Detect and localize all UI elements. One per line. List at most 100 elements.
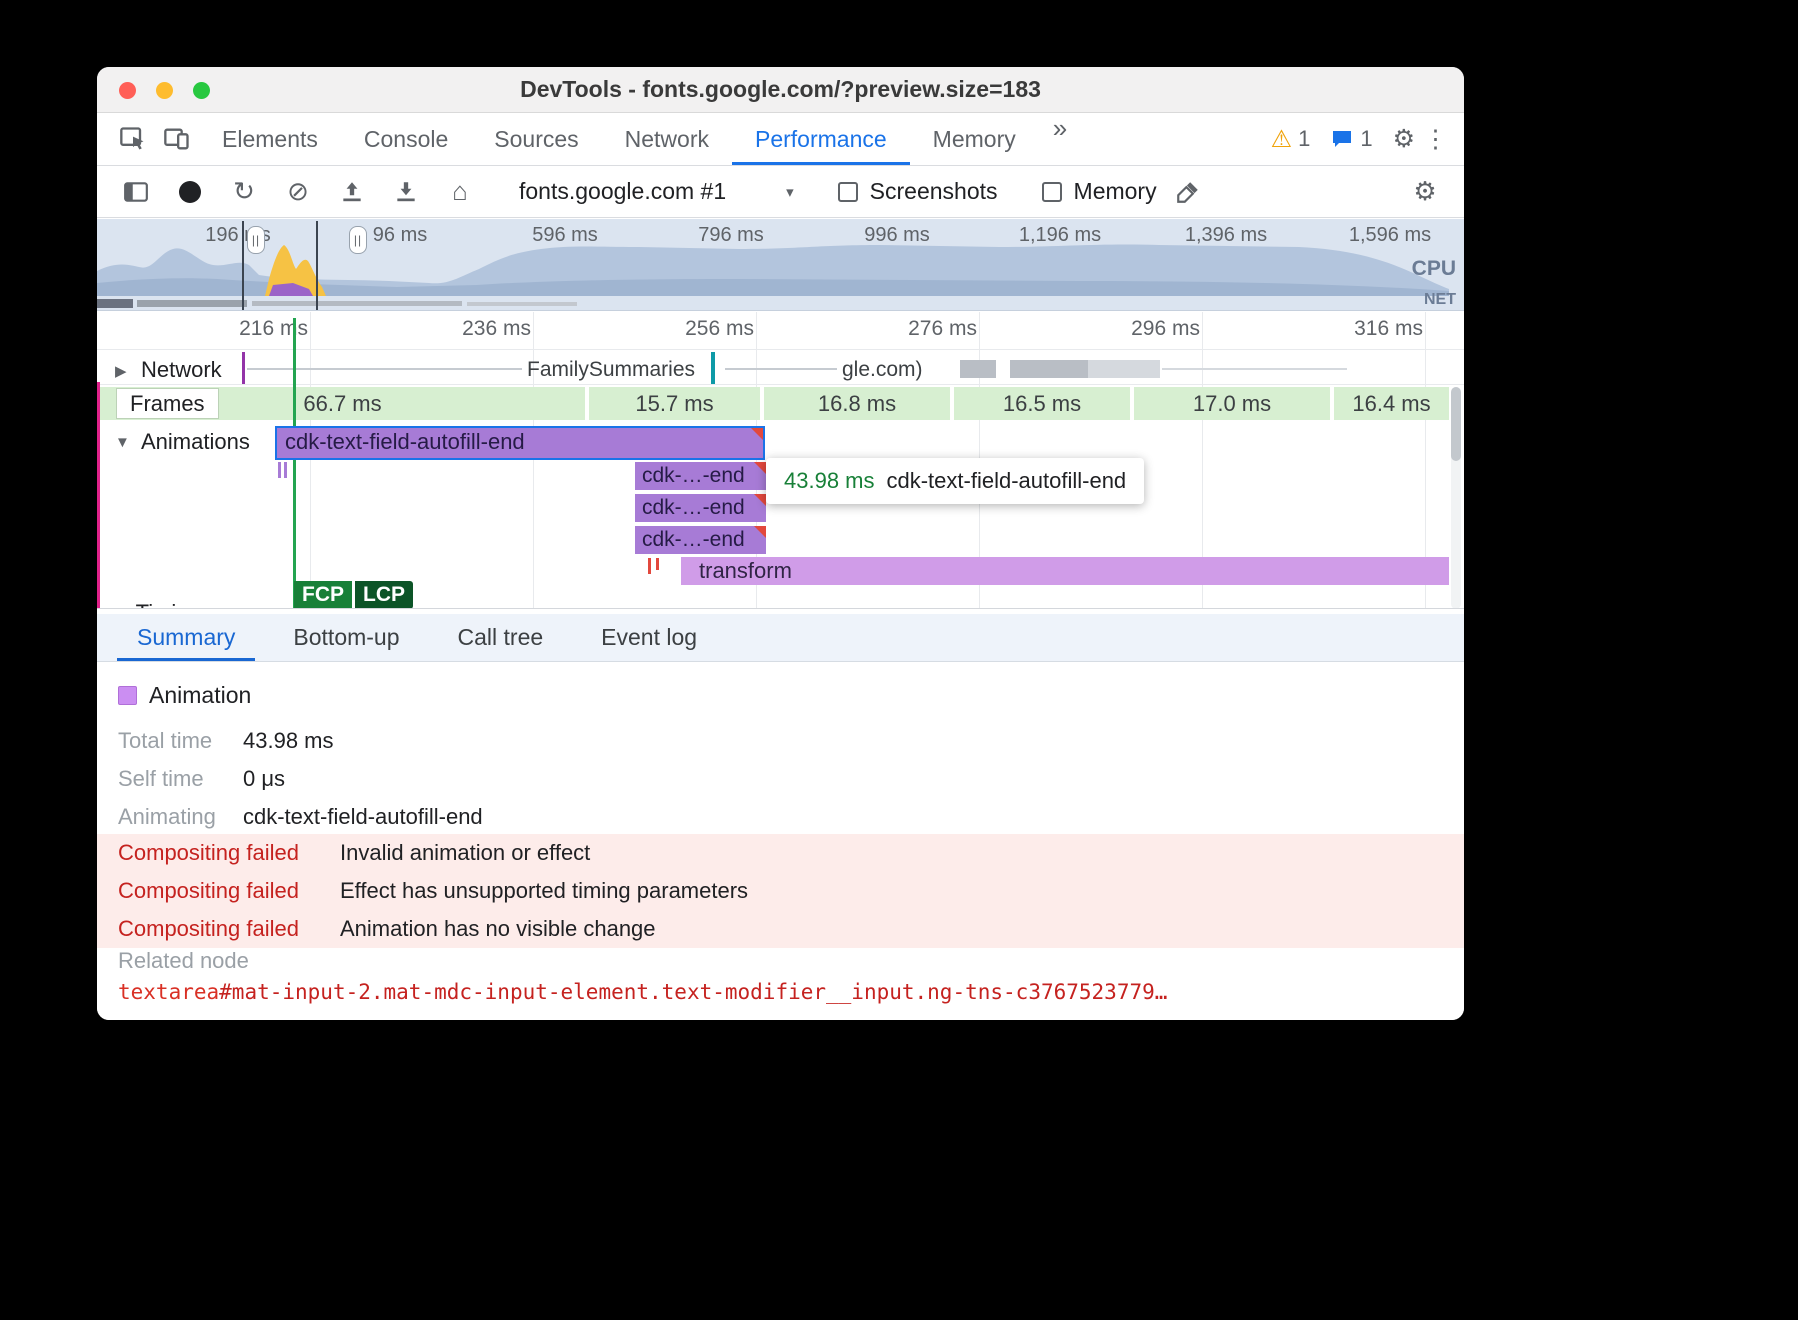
- animation-bar-text: cdk-…-end: [642, 464, 745, 487]
- timeline-overview[interactable]: 196 ms 96 ms 596 ms 796 ms 996 ms 1,196 …: [97, 219, 1464, 311]
- overview-time-label: 96 ms: [373, 224, 427, 247]
- toggle-sidebar-icon[interactable]: [113, 172, 159, 212]
- inspect-element-icon[interactable]: [111, 125, 155, 153]
- ruler-tick: 256 ms: [650, 317, 754, 341]
- tab-call-tree[interactable]: Call tree: [438, 614, 564, 661]
- frame-segment[interactable]: 16.8 ms: [764, 387, 950, 420]
- animation-bar-selected[interactable]: cdk-text-field-autofill-end: [277, 428, 763, 458]
- network-request-label[interactable]: gle.com): [842, 358, 923, 382]
- network-request-label[interactable]: FamilySummaries: [527, 358, 695, 382]
- screenshots-label: Screenshots: [870, 178, 998, 205]
- transform-animation-bar[interactable]: transform: [681, 557, 1449, 585]
- settings-gear-icon[interactable]: ⚙: [1393, 124, 1415, 154]
- range-handle-left[interactable]: ||: [247, 226, 265, 254]
- profile-select[interactable]: fonts.google.com #1 ▾: [519, 178, 794, 205]
- tab-summary[interactable]: Summary: [117, 614, 255, 661]
- animation-bar[interactable]: cdk-…-end: [635, 462, 766, 490]
- memory-option[interactable]: Memory: [1042, 178, 1157, 205]
- timeline-scrollbar[interactable]: [1451, 387, 1461, 609]
- clear-recording-button[interactable]: ⊘: [275, 172, 321, 212]
- tab-network[interactable]: Network: [602, 113, 732, 165]
- animation-bar-text: transform: [699, 558, 792, 583]
- download-profile-icon[interactable]: [383, 172, 429, 212]
- animations-track-label[interactable]: Animations: [141, 429, 250, 455]
- details-tabbar: Summary Bottom-up Call tree Event log: [97, 614, 1464, 662]
- kebab-menu-icon[interactable]: ⋮: [1423, 124, 1448, 154]
- network-request-bar[interactable]: [960, 360, 996, 378]
- overview-time-label: 596 ms: [532, 224, 598, 247]
- animations-collapse-icon[interactable]: ▼: [115, 434, 130, 451]
- memory-checkbox[interactable]: [1042, 182, 1062, 202]
- performance-toolbar: ↻ ⊘ ⌂ fonts.google.com #1 ▾ Screenshots …: [97, 166, 1464, 218]
- network-request-bar[interactable]: [1088, 360, 1160, 378]
- timeline-tracks[interactable]: 216 ms 236 ms 256 ms 276 ms 296 ms 316 m…: [97, 312, 1464, 609]
- device-toolbar-icon[interactable]: [155, 125, 199, 153]
- close-window-button[interactable]: [119, 82, 136, 99]
- net-track-label: NET: [1424, 291, 1456, 309]
- compositing-failed-label: Compositing failed: [118, 834, 299, 872]
- compositing-failed-icon: [754, 462, 766, 474]
- tab-memory[interactable]: Memory: [910, 113, 1039, 165]
- tooltip-duration: 43.98 ms: [784, 468, 875, 494]
- overview-time-label: 1,196 ms: [1019, 224, 1101, 247]
- collect-garbage-icon[interactable]: [1165, 172, 1211, 212]
- summary-panel: Animation Total time 43.98 ms Self time …: [97, 662, 1464, 1020]
- compositing-failed-reason: Effect has unsupported timing parameters: [340, 872, 748, 910]
- devtools-tabbar: Elements Console Sources Network Perform…: [97, 113, 1464, 166]
- titlebar: DevTools - fonts.google.com/?preview.siz…: [97, 67, 1464, 113]
- zoom-window-button[interactable]: [193, 82, 210, 99]
- message-icon: [1330, 127, 1354, 151]
- profile-name: fonts.google.com #1: [519, 178, 726, 205]
- compositing-failed-reason: Animation has no visible change: [340, 910, 656, 948]
- network-request-bar[interactable]: [1010, 360, 1088, 378]
- range-handle-right[interactable]: ||: [349, 226, 367, 254]
- record-icon: [179, 181, 201, 203]
- more-tabs-icon[interactable]: »: [1039, 113, 1081, 165]
- animation-bar[interactable]: cdk-…-end: [635, 494, 766, 522]
- frame-segment[interactable]: 17.0 ms: [1134, 387, 1330, 420]
- network-expand-icon[interactable]: ▶: [115, 362, 127, 380]
- window-title: DevTools - fonts.google.com/?preview.siz…: [520, 76, 1041, 103]
- warnings-badge[interactable]: ⚠ 1: [1271, 125, 1311, 154]
- memory-label: Memory: [1074, 178, 1157, 205]
- tab-elements[interactable]: Elements: [199, 113, 341, 165]
- home-icon[interactable]: ⌂: [437, 172, 483, 212]
- frames-track-label[interactable]: Frames: [117, 389, 218, 418]
- screenshots-checkbox[interactable]: [838, 182, 858, 202]
- minimize-window-button[interactable]: [156, 82, 173, 99]
- tab-event-log[interactable]: Event log: [581, 614, 717, 661]
- self-time-value: 0 μs: [243, 760, 285, 798]
- network-track-label[interactable]: Network: [141, 357, 222, 383]
- timings-collapse-icon: ▼: [115, 607, 130, 609]
- frame-segment[interactable]: 16.4 ms: [1334, 387, 1449, 420]
- record-button[interactable]: [167, 172, 213, 212]
- capture-settings-gear-icon[interactable]: ⚙: [1402, 172, 1448, 212]
- animation-bar-text: cdk-text-field-autofill-end: [285, 429, 525, 454]
- lcp-badge[interactable]: LCP: [355, 581, 413, 609]
- tooltip-name: cdk-text-field-autofill-end: [887, 468, 1127, 494]
- tab-performance[interactable]: Performance: [732, 113, 910, 165]
- tab-console[interactable]: Console: [341, 113, 471, 165]
- reload-and-record-button[interactable]: ↻: [221, 172, 267, 212]
- animation-bar[interactable]: cdk-…-end: [635, 526, 766, 554]
- tabbar-right-controls: ⚠ 1 1 ⚙ ⋮: [1271, 113, 1464, 165]
- fcp-badge[interactable]: FCP: [294, 581, 352, 609]
- total-time-label: Total time: [118, 722, 212, 760]
- upload-profile-icon[interactable]: [329, 172, 375, 212]
- scrollbar-thumb[interactable]: [1451, 387, 1461, 461]
- devtools-window: DevTools - fonts.google.com/?preview.siz…: [97, 67, 1464, 1020]
- compositing-failed-icon: [751, 428, 763, 440]
- tab-sources[interactable]: Sources: [471, 113, 601, 165]
- total-time-value: 43.98 ms: [243, 722, 334, 760]
- tab-bottom-up[interactable]: Bottom-up: [273, 614, 419, 661]
- screenshots-option[interactable]: Screenshots: [838, 178, 998, 205]
- related-node-link[interactable]: textarea#mat-input-2.mat-mdc-input-eleme…: [118, 978, 1167, 1006]
- frame-segment[interactable]: 16.5 ms: [954, 387, 1130, 420]
- animation-color-swatch: [118, 686, 137, 705]
- compositing-failed-icon: [754, 494, 766, 506]
- legend-label: Animation: [149, 682, 251, 709]
- track-highlight-strip: [97, 382, 100, 609]
- issues-badge[interactable]: 1: [1330, 126, 1372, 152]
- frame-segment[interactable]: 15.7 ms: [589, 387, 760, 420]
- compositing-warning-row: Compositing failed Animation has no visi…: [97, 910, 1464, 948]
